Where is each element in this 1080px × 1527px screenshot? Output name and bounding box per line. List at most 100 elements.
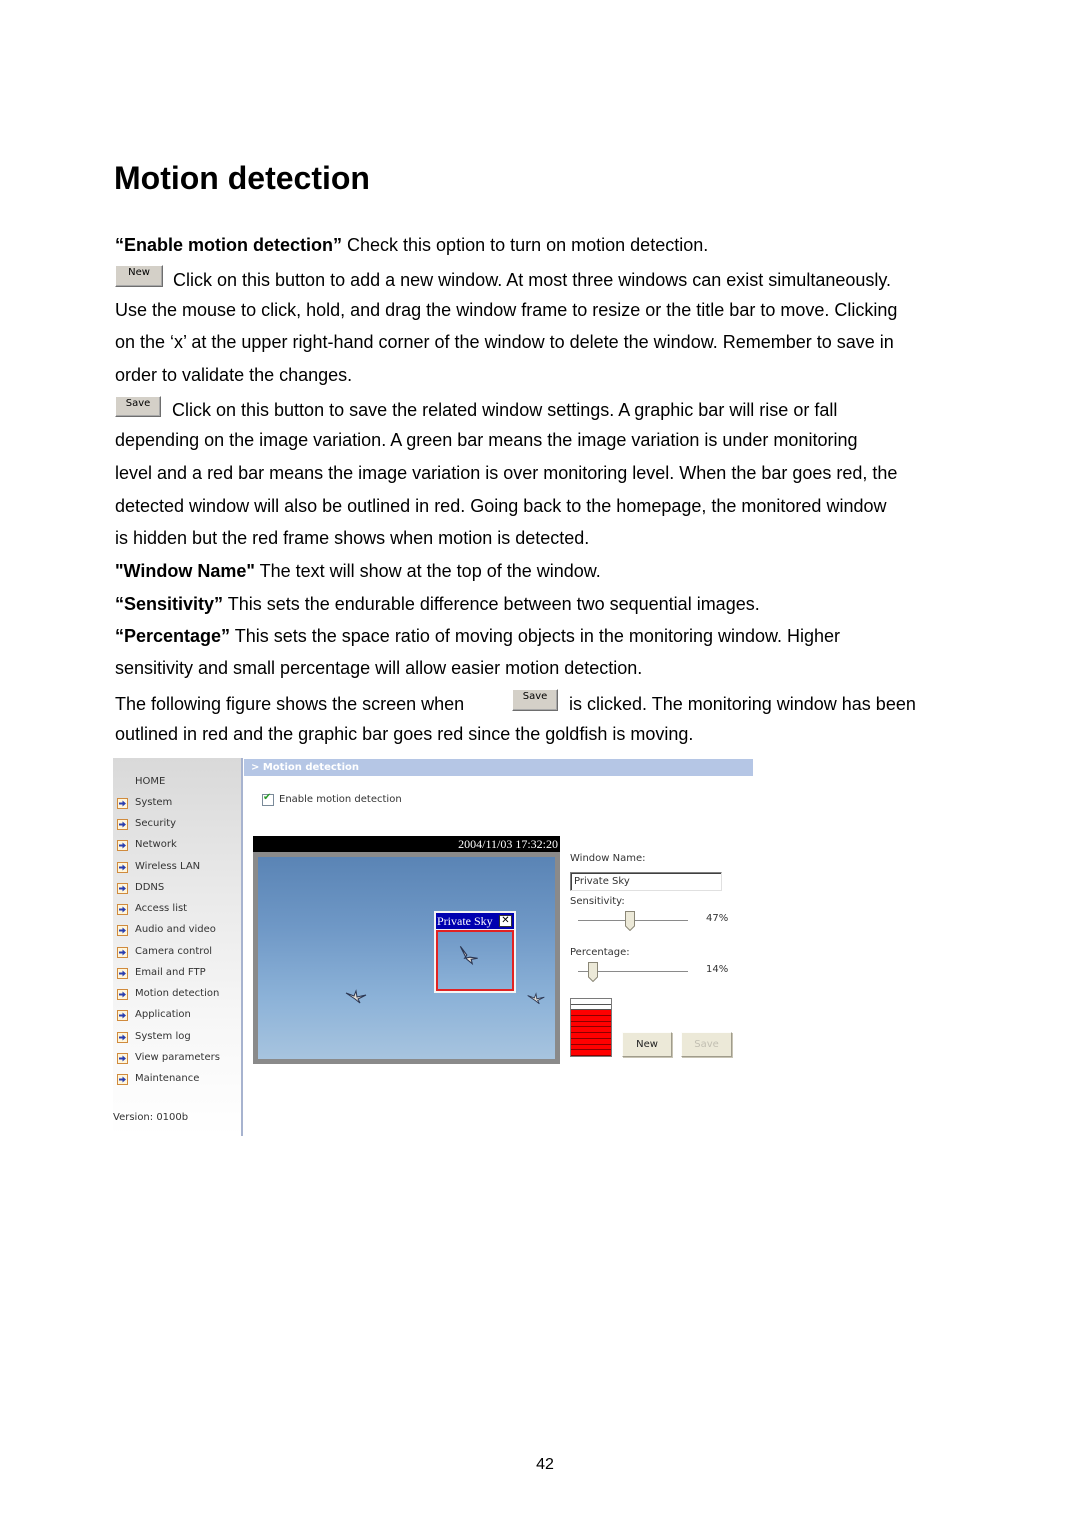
sidebar-item-label: Network [135,839,177,850]
arrow-right-icon [117,968,128,979]
sidebar-item-system-log[interactable]: System log [113,1030,239,1044]
bird [527,992,545,1005]
level-segment-lit [571,1050,611,1056]
save-button-label: Save [125,398,151,409]
sidebar-item-label: Wireless LAN [135,861,201,872]
paragraph-save-line: is hidden but the red frame shows when m… [115,528,590,548]
sidebar-item-email-and-ftp[interactable]: Email and FTP [113,966,239,980]
save-button-image: Save [115,396,161,417]
percentage-slider[interactable] [578,962,688,982]
save-button-image: Save [512,689,558,711]
description: Check this option to turn on motion dete… [342,235,709,255]
arrow-right-icon [117,925,128,936]
paragraph-new-line: Click on this button to add a new window… [173,270,892,290]
paragraph-save-line: depending on the image variation. A gree… [115,430,858,450]
section-header-title: > Motion detection [251,762,359,773]
term-enable-motion-detection: “Enable motion detection” [115,235,343,255]
paragraph-save-line: Click on this button to save the related… [172,400,838,420]
arrow-right-icon [117,1074,128,1085]
arrow-right-icon [117,904,128,915]
video-timestamp: 2004/11/03 17:32:20 [458,837,558,851]
video-frame: Private Sky ✕ [253,852,560,1064]
sensitivity-label: Sensitivity: [570,896,625,907]
monitoring-window-area[interactable] [436,930,514,991]
sidebar-item-label: Access list [135,903,188,914]
arrow-right-icon [117,1053,128,1064]
motion-level-bar [570,998,612,1057]
monitoring-window-title: Private Sky [437,914,493,928]
arrow-right-icon [117,989,128,1000]
close-icon[interactable]: ✕ [499,915,512,927]
sidebar-item-label: System log [135,1031,191,1042]
sidebar-item-ddns[interactable]: DDNS [113,881,239,895]
percentage-label: Percentage: [570,947,630,958]
arrow-right-icon [117,883,128,894]
sidebar-item-label: DDNS [135,882,165,893]
page-title: Motion detection [114,160,370,196]
sidebar-item-audio-and-video[interactable]: Audio and video [113,923,239,937]
monitoring-window[interactable]: Private Sky ✕ [434,911,516,993]
slider-thumb[interactable] [624,911,635,931]
sidebar-item-maintenance[interactable]: Maintenance [113,1072,239,1086]
save-button[interactable]: Save [681,1032,732,1057]
sidebar-item-label: View parameters [135,1052,220,1063]
monitoring-window-title-bar[interactable]: Private Sky ✕ [436,913,514,929]
paragraph-figure-intro: The following figure shows the screen wh… [115,694,465,714]
sidebar-item-network[interactable]: Network [113,838,239,852]
paragraph-percentage: “Percentage” This sets the space ratio o… [115,624,840,648]
sidebar-item-label: Motion detection [135,988,220,999]
new-button[interactable]: New [622,1032,672,1057]
paragraph-new-line: on the ‘x’ at the upper right-hand corne… [115,332,894,352]
video-timestamp-bar: 2004/11/03 17:32:20 [253,836,560,852]
sidebar-item-wireless-lan[interactable]: Wireless LAN [113,860,239,874]
paragraph-save-line: level and a red bar means the image vari… [115,463,898,483]
arrow-right-icon [117,947,128,958]
slider-thumb[interactable] [588,962,599,982]
page-number: 42 [536,1456,554,1473]
arrow-right-icon [117,819,128,830]
sidebar-item-system[interactable]: System [113,796,239,810]
percentage-value: 14% [706,964,729,975]
sidebar-item-view-parameters[interactable]: View parameters [113,1051,239,1065]
sidebar-item-label: Email and FTP [135,967,206,978]
camera-image: Private Sky ✕ [258,857,555,1059]
enable-motion-detection-checkbox[interactable]: ✔ [262,792,274,806]
term-window-name: "Window Name" [115,561,255,581]
sidebar-item-label: Application [135,1009,191,1020]
window-name-input[interactable] [570,872,722,891]
sidebar-item-access-list[interactable]: Access list [113,902,239,916]
description: This sets the endurable difference betwe… [223,594,760,614]
arrow-right-icon [117,1032,128,1043]
term-sensitivity: “Sensitivity” [115,594,224,614]
sidebar-item-motion-detection[interactable]: Motion detection [113,987,239,1001]
arrow-right-icon [117,1010,128,1021]
sidebar-item-label: System [135,797,173,808]
sidebar-item-home[interactable]: HOME [135,775,165,789]
description: The text will show at the top of the win… [254,561,601,581]
arrow-right-icon [117,862,128,873]
paragraph-sensitivity: “Sensitivity” This sets the endurable di… [115,592,760,616]
window-name-label: Window Name: [570,853,646,864]
sensitivity-slider[interactable] [578,911,688,931]
sidebar-item-label: Audio and video [135,924,216,935]
paragraph-new-line: Use the mouse to click, hold, and drag t… [115,300,898,320]
paragraph-enable-motion-detection: “Enable motion detection” Check this opt… [115,233,708,257]
bird [345,989,367,1004]
motion-detection-screenshot: HOME System Security Network Wireless LA… [113,758,753,1136]
paragraph-percentage-line: sensitivity and small percentage will al… [115,658,643,678]
sidebar-item-security[interactable]: Security [113,817,239,831]
term-percentage: “Percentage” [115,626,231,646]
enable-motion-detection-label[interactable]: Enable motion detection [279,793,402,807]
sidebar-item-application[interactable]: Application [113,1008,239,1022]
checkmark-icon: ✔ [263,792,272,803]
bird [459,946,478,966]
paragraph-figure-intro-line: outlined in red and the graphic bar goes… [115,724,694,744]
sensitivity-value: 47% [706,913,729,924]
paragraph-window-name: "Window Name" The text will show at the … [115,559,601,583]
paragraph-new-line: order to validate the changes. [115,365,353,385]
paragraph-save-line: detected window will also be outlined in… [115,496,887,516]
new-button-label: New [128,267,150,278]
version-label: Version: 0100b [113,1112,189,1123]
paragraph-figure-intro-continued: is clicked. The monitoring window has be… [569,694,916,714]
sidebar-item-camera-control[interactable]: Camera control [113,945,239,959]
